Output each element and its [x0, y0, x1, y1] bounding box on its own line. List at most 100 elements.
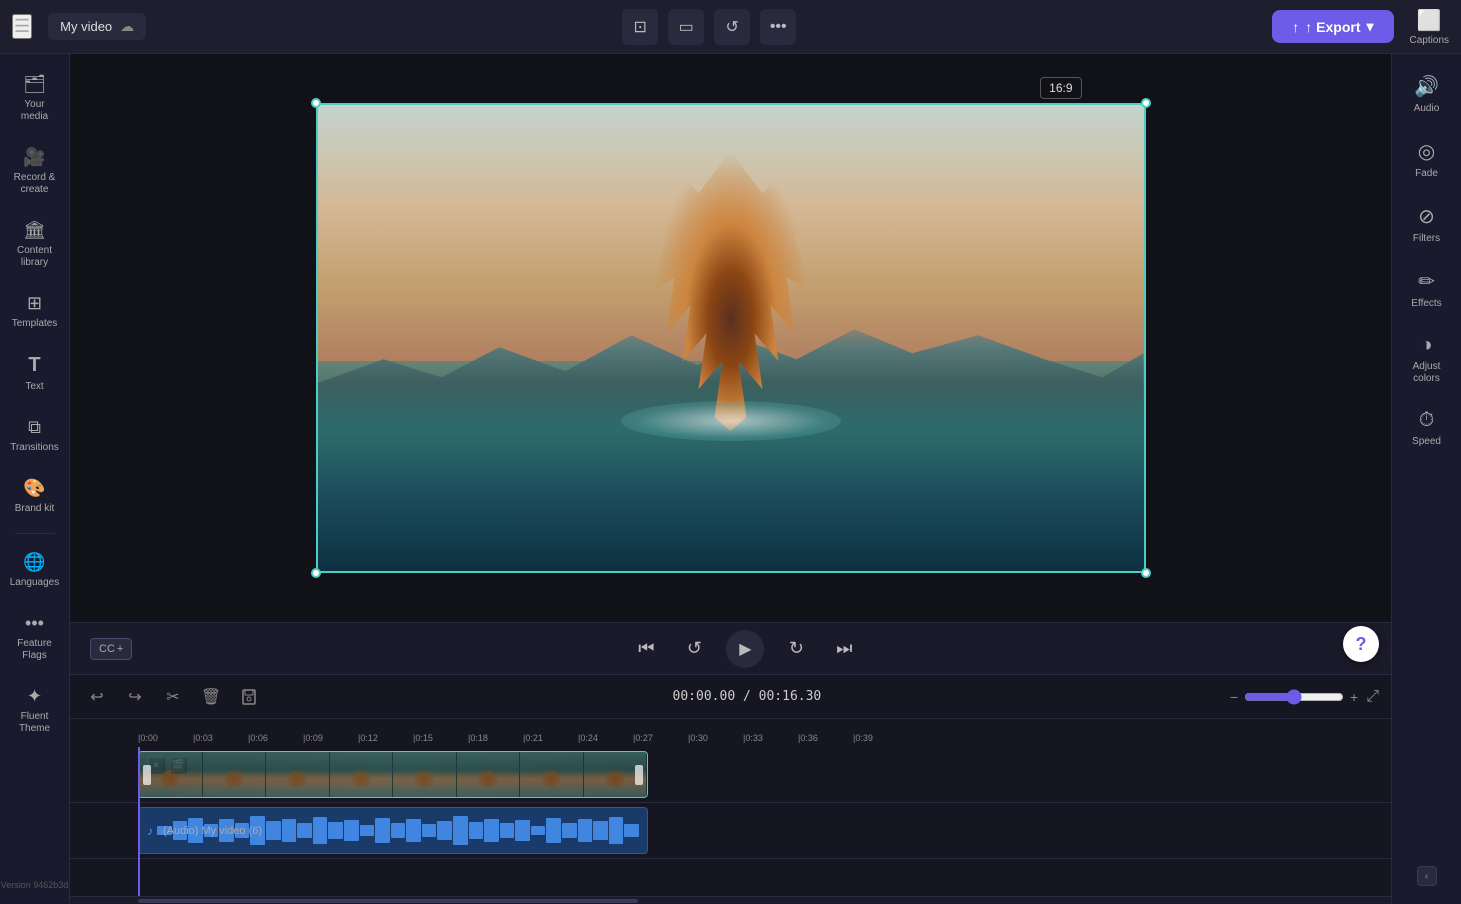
sidebar-item-content-library[interactable]: 🏛 Contentlibrary	[5, 210, 65, 279]
corner-handle-tr[interactable]	[1141, 98, 1151, 108]
audio-bar	[437, 821, 452, 840]
skip-to-start-button[interactable]: ⏮	[630, 633, 662, 665]
resize-tool-button[interactable]: ▭	[668, 9, 704, 45]
main-layout: 🗂 Your media 🎥 Record &create 🏛 Contentl…	[0, 54, 1461, 904]
cc-plus-icon: +	[117, 643, 123, 655]
sidebar-item-brand-kit[interactable]: 🎨 Brand kit	[5, 468, 65, 525]
play-button[interactable]: ▶	[726, 630, 764, 668]
sidebar-item-effects[interactable]: ✏ Effects	[1397, 259, 1457, 320]
video-clip[interactable]: ⏸ 🎬	[138, 751, 648, 798]
timeline-scrollbar[interactable]	[70, 896, 1391, 904]
export-button[interactable]: ↑ ↑ Export ▾	[1272, 10, 1393, 43]
audio-bar	[375, 818, 390, 843]
sidebar-item-fluent-theme[interactable]: ✦ FluentTheme	[5, 676, 65, 745]
sidebar-divider	[15, 533, 55, 534]
captions-label: Captions	[1410, 35, 1449, 46]
sidebar-item-text[interactable]: T Text	[5, 344, 65, 403]
expand-timeline-button[interactable]: ⤢	[1366, 688, 1379, 706]
video-track-row: ⏸ 🎬	[70, 747, 1391, 803]
center-content: 16:9 ⚙	[70, 54, 1391, 904]
fast-forward-button[interactable]: ↻	[780, 633, 812, 665]
audio-bar	[531, 826, 546, 835]
clip-trim-right[interactable]	[635, 765, 643, 785]
sidebar-item-transitions[interactable]: ⧉ Transitions	[5, 407, 65, 464]
collapse-panel-button[interactable]: ‹	[1417, 866, 1437, 886]
time-separator: /	[743, 689, 759, 704]
audio-bar	[624, 824, 639, 837]
speed-icon: ⏱	[1419, 409, 1435, 432]
total-time: 00:16.30	[759, 689, 822, 704]
sidebar-item-filters[interactable]: ⊘ Filters	[1397, 194, 1457, 255]
sidebar-label-speed: Speed	[1412, 436, 1441, 448]
zoom-in-button[interactable]: +	[1350, 689, 1358, 705]
clip-thumb-4	[330, 752, 394, 797]
sidebar-item-label: Record &create	[14, 172, 56, 196]
sidebar-item-feature-flags[interactable]: ••• FeatureFlags	[5, 603, 65, 672]
video-track-content: ⏸ 🎬	[138, 747, 1391, 802]
rotate-tool-button[interactable]: ↺	[714, 9, 750, 45]
redo-button[interactable]: ↪	[120, 682, 150, 712]
audio-bar	[515, 820, 530, 840]
corner-handle-tl[interactable]	[311, 98, 321, 108]
right-sidebar: 🔊 Audio ◎ Fade ⊘ Filters ✏ Effects ◑ Adj…	[1391, 54, 1461, 904]
scrollbar-thumb[interactable]	[138, 899, 638, 903]
cut-button[interactable]: ✂	[158, 682, 188, 712]
sidebar-item-audio[interactable]: 🔊 Audio	[1397, 64, 1457, 125]
audio-bar	[266, 821, 281, 840]
sidebar-label-effects: Effects	[1411, 298, 1441, 310]
sidebar-item-speed[interactable]: ⏱ Speed	[1397, 399, 1457, 458]
export-label: ↑ Export	[1305, 19, 1360, 35]
player-controls: CC + ⏮ ↺ ▶ ↻ ⏭ ⛶	[70, 622, 1391, 674]
captions-button[interactable]: ⬜ Captions	[1410, 8, 1449, 46]
rewind-button[interactable]: ↺	[678, 633, 710, 665]
corner-handle-bl[interactable]	[311, 568, 321, 578]
undo-button[interactable]: ↩	[82, 682, 112, 712]
preview-area: 16:9 ⚙	[70, 54, 1391, 622]
more-tools-button[interactable]: •••	[760, 9, 796, 45]
zoom-slider[interactable]	[1244, 689, 1344, 705]
audio-track-row: ♪	[70, 803, 1391, 859]
zoom-controls: − +	[1230, 689, 1358, 705]
ruler-mark-15: |0:15	[413, 733, 433, 743]
skip-to-end-button[interactable]: ⏭	[828, 633, 860, 665]
help-button[interactable]: ?	[1343, 626, 1379, 662]
filters-icon: ⊘	[1418, 204, 1435, 229]
captions-track-button[interactable]: CC +	[90, 638, 132, 660]
ruler-mark-12: |0:12	[358, 733, 378, 743]
zoom-out-button[interactable]: −	[1230, 689, 1238, 705]
delete-button[interactable]: 🗑	[196, 682, 226, 712]
clip-trim-left[interactable]	[143, 765, 151, 785]
ruler-mark-27: |0:27	[633, 733, 653, 743]
aspect-ratio-value: 16:9	[1040, 77, 1081, 99]
video-preview	[316, 103, 1146, 573]
save-frame-button[interactable]	[234, 682, 264, 712]
sidebar-item-record-create[interactable]: 🎥 Record &create	[5, 137, 65, 206]
audio-clip[interactable]: ♪	[138, 807, 648, 854]
corner-handle-br[interactable]	[1141, 568, 1151, 578]
brand-kit-icon: 🎨	[23, 478, 45, 499]
timeline-ruler: |0:00 |0:03 |0:06 |0:09 |0:12 |0:15 |0:1…	[70, 719, 1391, 747]
sidebar-item-your-media[interactable]: 🗂 Your media	[5, 64, 65, 133]
sidebar-item-label: Your media	[11, 99, 59, 123]
sidebar-item-templates[interactable]: ⊞ Templates	[5, 283, 65, 340]
audio-bar	[562, 823, 577, 839]
clip-thumb-3	[266, 752, 330, 797]
content-library-icon: 🏛	[23, 220, 46, 241]
menu-button[interactable]: ☰	[12, 14, 32, 39]
sidebar-item-label: FluentTheme	[19, 711, 50, 735]
ruler-mark-24: |0:24	[578, 733, 598, 743]
ruler-mark-36: |0:36	[798, 733, 818, 743]
sidebar-item-fade[interactable]: ◎ Fade	[1397, 129, 1457, 190]
water-layer	[318, 431, 1144, 571]
fluent-theme-icon: ✦	[27, 686, 42, 707]
time-display: 00:00.00 / 00:16.30	[272, 689, 1222, 704]
preview-wrapper: 16:9 ⚙	[316, 103, 1146, 573]
audio-bar	[360, 825, 375, 836]
ruler-mark-9: |0:09	[303, 733, 323, 743]
clip-thumb-7	[520, 752, 584, 797]
sidebar-item-label: Contentlibrary	[17, 245, 52, 269]
sidebar-item-adjust-colors[interactable]: ◑ Adjustcolors	[1397, 324, 1457, 395]
feature-flags-icon: •••	[25, 613, 44, 634]
sidebar-item-languages[interactable]: 🌐 Languages	[5, 542, 65, 599]
crop-tool-button[interactable]: ⊡	[622, 9, 658, 45]
